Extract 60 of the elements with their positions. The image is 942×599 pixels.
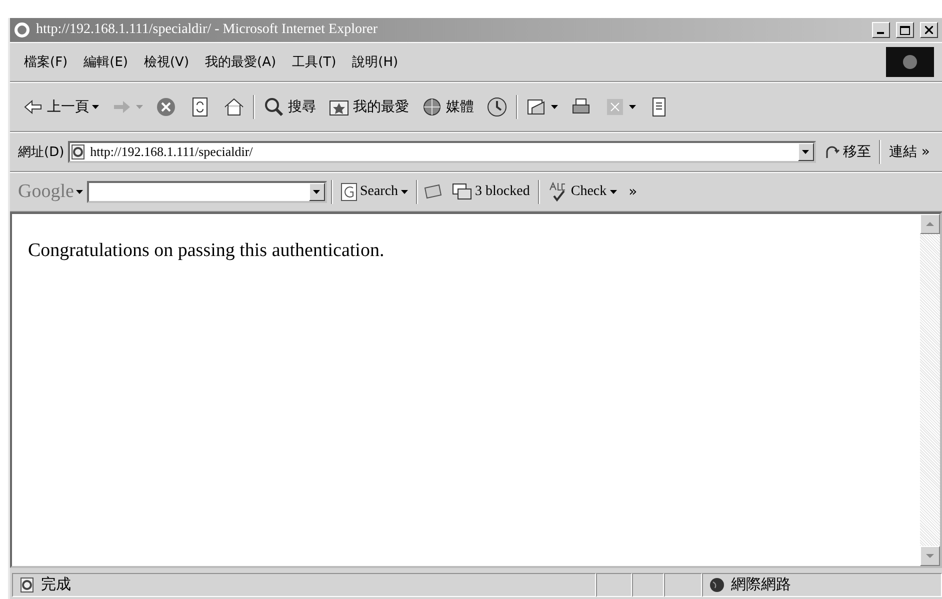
down-arrow-icon <box>926 554 934 558</box>
caret-icon <box>313 190 320 194</box>
go-arrow-icon <box>824 144 840 160</box>
popup-blocker-button[interactable]: 3 blocked <box>448 181 534 203</box>
search-button[interactable]: 搜尋 <box>259 94 320 120</box>
google-search-button[interactable]: Search <box>336 181 412 203</box>
dropdown-button[interactable] <box>308 183 325 201</box>
logo-icon <box>886 47 934 77</box>
caret-icon <box>610 190 617 194</box>
scrollbar[interactable] <box>920 214 940 566</box>
spell-check-icon <box>548 182 568 202</box>
address-label: 網址(D) <box>18 144 64 161</box>
address-field[interactable]: http://192.168.1.111/specialdir/ <box>68 141 816 163</box>
status-pane <box>632 572 664 596</box>
caret-icon <box>802 150 810 154</box>
media-button[interactable]: 媒體 <box>417 94 478 120</box>
minimize-button[interactable] <box>872 22 890 38</box>
favorites-button[interactable]: 我的最愛 <box>324 94 413 120</box>
caret-icon <box>92 105 99 109</box>
go-button[interactable]: 移至 <box>820 141 875 163</box>
google-search-field[interactable] <box>86 181 327 203</box>
search-icon <box>263 96 285 118</box>
caret-icon <box>629 105 636 109</box>
more-button[interactable]: » <box>624 182 642 202</box>
window-icon <box>452 183 472 201</box>
page-icon <box>70 144 86 160</box>
edit-icon <box>604 96 626 118</box>
status-text: 完成 <box>41 575 71 594</box>
dropdown-button[interactable] <box>798 143 814 161</box>
back-button[interactable]: 上一頁 <box>18 94 103 120</box>
page-message: Congratulations on passing this authentication. <box>28 240 386 262</box>
caret-icon <box>551 105 558 109</box>
menu-item[interactable]: 檔案(F) <box>18 51 74 73</box>
close-icon <box>925 26 933 34</box>
up-arrow-icon <box>926 222 934 226</box>
menu-item[interactable]: 我的最愛(A) <box>199 51 282 73</box>
caret-icon <box>401 190 408 194</box>
menu-item[interactable]: 工具(T) <box>286 51 342 73</box>
caret-icon <box>76 190 83 194</box>
window-title: http://192.168.1.111/specialdir/ - Microsoft Internet Explorer <box>36 22 378 38</box>
links-button[interactable]: 連結 » <box>884 141 934 163</box>
stop-icon <box>155 96 177 118</box>
close-button[interactable] <box>920 22 938 38</box>
g-icon <box>340 183 357 201</box>
menu-item[interactable]: 檢視(V) <box>138 51 196 73</box>
clock-icon <box>486 96 508 118</box>
page-icon <box>19 576 35 592</box>
caret-icon <box>136 105 143 109</box>
scroll-down-button[interactable] <box>920 546 940 566</box>
spell-check-button[interactable]: Check <box>544 180 621 204</box>
browser-icon <box>14 22 30 38</box>
maximize-button[interactable] <box>896 22 914 38</box>
globe-icon <box>709 576 725 592</box>
menu-item[interactable]: 說明(H) <box>346 51 404 73</box>
menu-item[interactable]: 編輯(E) <box>78 51 134 73</box>
maximize-icon <box>900 26 910 34</box>
globe-icon <box>421 96 443 118</box>
home-icon <box>223 96 245 118</box>
scroll-up-button[interactable] <box>920 214 940 234</box>
zone-text: 網際網路 <box>731 575 791 594</box>
